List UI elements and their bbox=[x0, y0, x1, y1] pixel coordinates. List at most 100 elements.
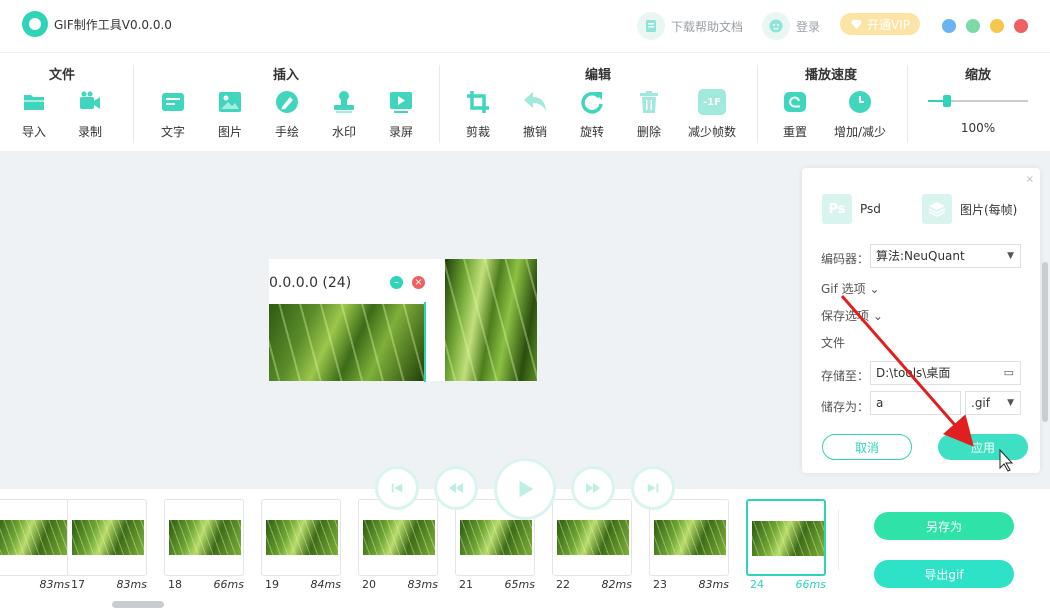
images-per-frame-label: 图片(每帧) bbox=[960, 202, 1018, 217]
encoder-value: 算法:NeuQuant bbox=[876, 249, 965, 263]
record-button[interactable]: 录制 bbox=[62, 89, 118, 140]
speed-reset-label: 重置 bbox=[782, 125, 807, 139]
rotate-icon bbox=[578, 89, 606, 115]
apply-button[interactable]: 应用 bbox=[938, 434, 1028, 460]
login-button[interactable]: 登录 bbox=[762, 12, 820, 40]
frame-thumbnail bbox=[0, 520, 67, 555]
last-frame-button[interactable] bbox=[631, 466, 675, 510]
menu-dropdown-button[interactable] bbox=[942, 19, 956, 33]
save-path-input[interactable]: D:\tools\桌面 ▭ bbox=[870, 361, 1021, 385]
frame-number: 19 bbox=[265, 578, 279, 591]
title-bar: GIF制作工具V0.0.0.0 下载帮助文档 登录 开通VIP bbox=[0, 0, 1050, 52]
timeline-frame[interactable] bbox=[649, 499, 729, 576]
timeline-frame[interactable] bbox=[261, 499, 341, 576]
chevron-down-icon: ⌄ bbox=[872, 309, 883, 323]
export-gif-button[interactable]: 导出gif bbox=[874, 560, 1014, 588]
screen-record-button[interactable]: 录屏 bbox=[373, 89, 429, 140]
image-button[interactable]: 图片 bbox=[202, 89, 258, 140]
pencil-icon bbox=[273, 89, 301, 115]
panel-close-icon[interactable]: × bbox=[1026, 174, 1034, 185]
video-camera-icon bbox=[76, 89, 104, 115]
extension-value: .gif bbox=[971, 396, 990, 410]
timeline-frame[interactable] bbox=[67, 499, 147, 576]
group-title-speed: 播放速度 bbox=[804, 68, 857, 83]
timeline-frame[interactable] bbox=[358, 499, 438, 576]
undo-button[interactable]: 撤销 bbox=[507, 89, 563, 140]
frame-duration: 66ms bbox=[795, 578, 826, 591]
crop-button[interactable]: 剪裁 bbox=[450, 89, 506, 140]
watermark-button[interactable]: 水印 bbox=[316, 89, 372, 140]
group-title-file: 文件 bbox=[48, 68, 75, 83]
play-icon bbox=[519, 480, 534, 498]
login-label: 登录 bbox=[796, 19, 821, 34]
previous-frame-button[interactable] bbox=[434, 466, 478, 510]
zoom-value: 100% bbox=[960, 121, 996, 135]
encoder-select[interactable]: 算法:NeuQuant ▼ bbox=[870, 244, 1021, 268]
text-button[interactable]: 文字 bbox=[145, 89, 201, 140]
trash-icon bbox=[635, 89, 663, 115]
app-title: GIF制作工具V0.0.0.0 bbox=[54, 18, 172, 32]
folder-open-icon[interactable]: ▭ bbox=[1004, 362, 1014, 384]
frame-number: 24 bbox=[750, 578, 764, 591]
timeline-scrollbar[interactable] bbox=[112, 601, 164, 608]
document-icon bbox=[637, 12, 665, 40]
timeline-divider bbox=[838, 510, 839, 570]
gif-options-toggle[interactable]: Gif 选项 ⌄ bbox=[821, 280, 880, 297]
cancel-button[interactable]: 取消 bbox=[822, 434, 912, 460]
encoder-label: 编码器： bbox=[821, 252, 870, 266]
reduce-frames-badge: -1F bbox=[703, 96, 721, 108]
timeline-frame[interactable] bbox=[552, 499, 632, 576]
play-screen-icon bbox=[387, 89, 415, 115]
filename-value: a bbox=[876, 396, 884, 410]
reduce-frames-button[interactable]: -1F 减少帧数 bbox=[684, 89, 740, 140]
save-as-button[interactable]: 另存为 bbox=[874, 512, 1014, 540]
speed-reset-button[interactable]: 重置 bbox=[767, 89, 823, 140]
frame-thumbnail bbox=[72, 520, 144, 555]
vip-label: 开通VIP bbox=[867, 17, 910, 32]
frame-number: 20 bbox=[362, 578, 376, 591]
undo-label: 撤销 bbox=[522, 125, 547, 139]
maximize-button[interactable] bbox=[990, 19, 1004, 33]
frame-duration: 83ms bbox=[698, 578, 729, 591]
skip-forward-icon bbox=[647, 483, 659, 493]
import-button[interactable]: 导入 bbox=[6, 89, 62, 140]
draw-button[interactable]: 手绘 bbox=[259, 89, 315, 140]
images-per-frame-option[interactable]: 图片(每帧) bbox=[922, 194, 1017, 224]
rotate-button[interactable]: 旋转 bbox=[564, 89, 620, 140]
speed-adjust-button[interactable]: 增加/减少 bbox=[832, 89, 888, 140]
frame-preview: 0.0.0.0 (24) – × bbox=[269, 259, 537, 381]
delete-button[interactable]: 删除 bbox=[621, 89, 677, 140]
vip-button[interactable]: 开通VIP bbox=[840, 13, 920, 35]
frame-duration: 83ms bbox=[39, 578, 70, 591]
panel-scrollbar[interactable] bbox=[1042, 262, 1048, 422]
extension-select[interactable]: .gif ▼ bbox=[965, 391, 1021, 415]
psd-format-option[interactable]: Ps Psd bbox=[822, 194, 881, 224]
save-options-toggle[interactable]: 保存选项 ⌄ bbox=[821, 307, 883, 324]
frame-number: 21 bbox=[459, 578, 473, 591]
user-avatar-icon bbox=[762, 12, 790, 40]
filename-input[interactable]: a bbox=[870, 391, 961, 415]
download-help-button[interactable]: 下载帮助文档 bbox=[637, 12, 743, 40]
gif-options-label: Gif 选项 bbox=[821, 282, 866, 296]
minimize-button[interactable] bbox=[966, 19, 980, 33]
group-title-insert: 插入 bbox=[272, 68, 299, 83]
save-options-panel: × Ps Psd 图片(每帧) 编码器： 算法:NeuQuant ▼ Gif 选… bbox=[802, 168, 1040, 473]
reset-icon bbox=[781, 89, 809, 115]
download-help-label: 下载帮助文档 bbox=[671, 19, 744, 34]
next-frame-button[interactable] bbox=[571, 466, 615, 510]
toolbar-divider bbox=[439, 65, 440, 143]
skip-back-icon bbox=[391, 483, 403, 493]
rewind-icon bbox=[449, 483, 463, 493]
timeline-frame[interactable] bbox=[164, 499, 244, 576]
first-frame-button[interactable] bbox=[375, 466, 419, 510]
play-button[interactable] bbox=[494, 458, 556, 520]
selection-edge bbox=[424, 302, 426, 382]
frame-thumbnail bbox=[266, 520, 338, 555]
timeline-frame[interactable] bbox=[746, 499, 826, 576]
grass-image bbox=[269, 304, 424, 381]
layers-icon bbox=[922, 194, 952, 224]
close-window-button[interactable] bbox=[1014, 19, 1028, 33]
timeline-frame[interactable] bbox=[0, 499, 70, 576]
stamp-icon bbox=[330, 89, 358, 115]
zoom-slider-thumb[interactable] bbox=[943, 95, 951, 107]
